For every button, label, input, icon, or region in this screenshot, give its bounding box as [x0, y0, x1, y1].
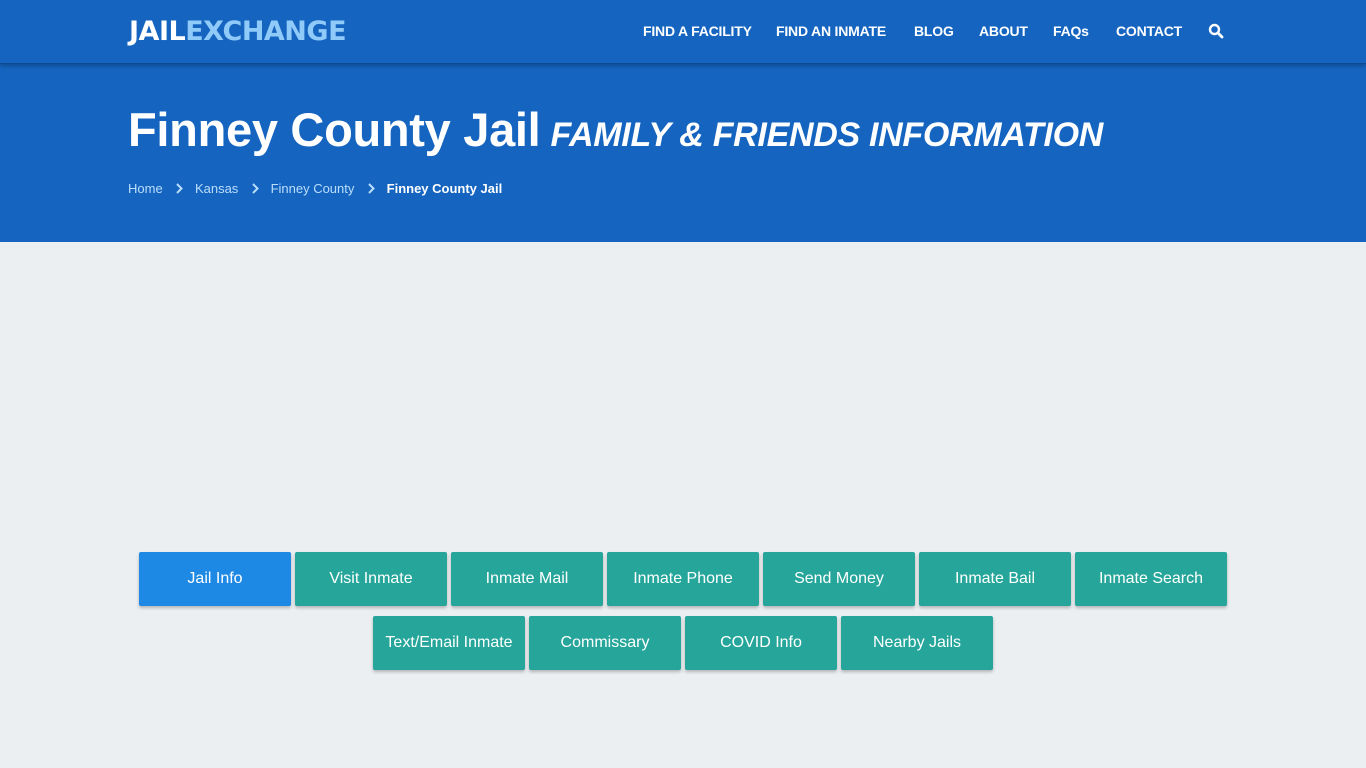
- breadcrumb-home[interactable]: Home: [128, 181, 163, 196]
- chevron-right-icon: [176, 183, 184, 194]
- nav-faqs[interactable]: FAQs: [1053, 23, 1089, 39]
- chevron-right-icon: [252, 183, 259, 194]
- search-icon[interactable]: [1208, 23, 1224, 39]
- main-nav: FIND A FACILITY FIND AN INMATE BLOG ABOU…: [0, 0, 1366, 64]
- visit-inmate-button[interactable]: Visit Inmate: [295, 552, 447, 606]
- nearby-jails-button[interactable]: Nearby Jails: [841, 616, 993, 670]
- nav-about[interactable]: ABOUT: [979, 23, 1028, 39]
- inmate-phone-button[interactable]: Inmate Phone: [607, 552, 759, 606]
- jail-info-button[interactable]: Jail Info: [139, 552, 291, 606]
- breadcrumb-finney-county[interactable]: Finney County: [271, 181, 355, 196]
- nav-contact[interactable]: CONTACT: [1116, 23, 1182, 39]
- breadcrumb-current: Finney County Jail: [386, 181, 503, 196]
- chevron-right-icon: [368, 183, 375, 194]
- inmate-search-button[interactable]: Inmate Search: [1075, 552, 1227, 606]
- nav-blog[interactable]: BLOG: [914, 23, 954, 39]
- nav-find-an-inmate[interactable]: FIND AN INMATE: [776, 23, 886, 39]
- page-header: Finney County Jail FAMILY & FRIENDS INFOR…: [0, 64, 1366, 242]
- facility-name: Finney County Jail: [128, 103, 541, 156]
- top-navbar: JAILEXCHANGE FIND A FACILITY FIND AN INM…: [0, 0, 1366, 64]
- text-email-inmate-button[interactable]: Text/Email Inmate: [373, 616, 525, 670]
- page-title: Finney County Jail FAMILY & FRIENDS INFOR…: [128, 102, 1103, 157]
- breadcrumb-kansas[interactable]: Kansas: [195, 181, 238, 196]
- commissary-button[interactable]: Commissary: [529, 616, 681, 670]
- send-money-button[interactable]: Send Money: [763, 552, 915, 606]
- breadcrumb: Home Kansas Finney County Finney County …: [128, 181, 502, 197]
- inmate-mail-button[interactable]: Inmate Mail: [451, 552, 603, 606]
- page-subtitle: FAMILY & FRIENDS INFORMATION: [550, 116, 1104, 154]
- nav-find-a-facility[interactable]: FIND A FACILITY: [643, 23, 752, 39]
- covid-info-button[interactable]: COVID Info: [685, 616, 837, 670]
- inmate-bail-button[interactable]: Inmate Bail: [919, 552, 1071, 606]
